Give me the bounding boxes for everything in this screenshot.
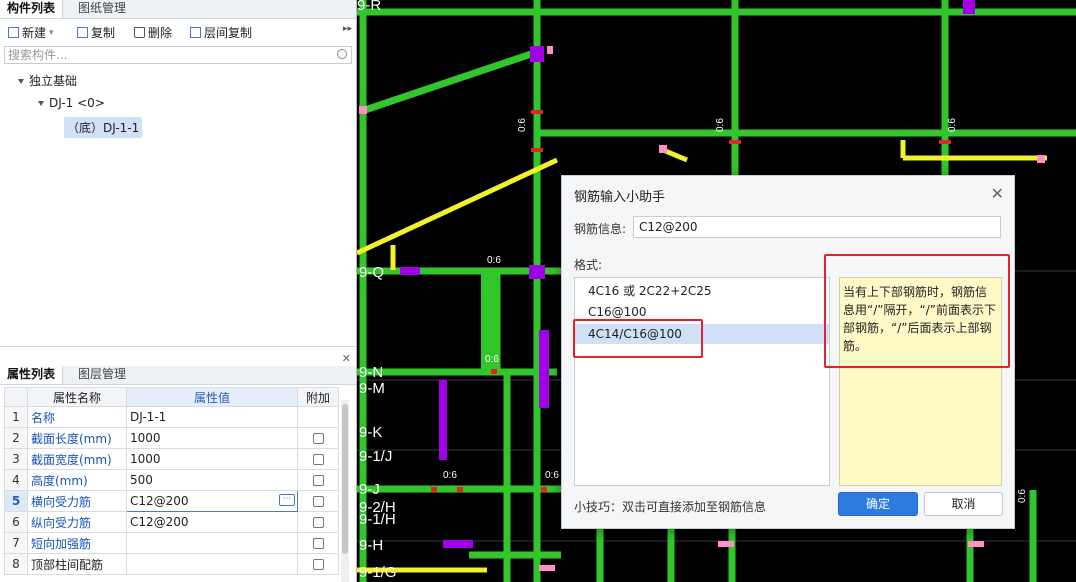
property-value-editor[interactable]: C12@200 ··· (126, 490, 298, 512)
svg-text:9-H: 9-H (359, 537, 383, 554)
svg-text:0:6: 0:6 (517, 118, 528, 132)
property-name: 顶部柱间配筋 (27, 553, 127, 575)
floor-copy-button[interactable]: 层间复制 (190, 24, 252, 41)
property-value[interactable]: 1000 (126, 427, 298, 449)
search-icon[interactable] (337, 49, 347, 59)
table-row[interactable]: 1 名称 DJ-1-1 (4, 406, 339, 428)
property-value[interactable]: C12@200 (126, 511, 298, 533)
svg-text:0:6: 0:6 (715, 118, 726, 132)
property-name: 名称 (27, 406, 127, 428)
property-value[interactable]: 1000 (126, 448, 298, 470)
svg-text:9-Q: 9-Q (359, 264, 384, 281)
table-row[interactable]: 2 截面长度(mm) 1000 (4, 427, 339, 449)
svg-text:9-J: 9-J (359, 481, 380, 498)
rebar-info-label: 钢筋信息: (574, 222, 627, 236)
attach-checkbox[interactable] (312, 475, 324, 486)
property-table: 属性名称 属性值 附加 1 名称 DJ-1-1 2 截面长度(mm) 1000 … (4, 387, 339, 575)
table-row[interactable]: 4 高度(mm) 500 (4, 469, 339, 491)
copy-button[interactable]: 复制 (77, 24, 115, 41)
property-value[interactable] (126, 532, 298, 554)
attach-checkbox[interactable] (312, 559, 324, 570)
close-icon[interactable]: ✕ (991, 184, 1004, 203)
rebar-input-dialog: 钢筋输入小助手 ✕ 钢筋信息: C12@200 格式: 4C16 或 2C22+… (561, 175, 1015, 529)
highlight-box (573, 319, 703, 358)
toolbar-more-button[interactable]: ▸▸ (343, 24, 352, 34)
table-row[interactable]: 5 横向受力筋 C12@200 ··· (4, 490, 339, 512)
table-row[interactable]: 8 顶部柱间配筋 (4, 553, 339, 575)
svg-text:0:6: 0:6 (487, 255, 501, 266)
property-name: 截面宽度(mm) (27, 448, 127, 470)
property-value[interactable] (126, 553, 298, 575)
property-value[interactable]: 500 (126, 469, 298, 491)
property-scrollbar[interactable] (341, 400, 349, 582)
svg-text:0:6: 0:6 (443, 470, 457, 481)
svg-text:9-1/G: 9-1/G (359, 564, 397, 581)
attach-checkbox[interactable] (312, 454, 324, 465)
format-list: 4C16 或 2C22+2C25 C16@100 4C14/C16@100 (574, 277, 830, 486)
tab-drawing-manage[interactable]: 图纸管理 (71, 0, 133, 18)
property-table-header: 属性名称 属性值 附加 (4, 387, 339, 407)
svg-text:0:6: 0:6 (485, 354, 499, 365)
table-row[interactable]: 6 纵向受力筋 C12@200 (4, 511, 339, 533)
delete-button[interactable]: 删除 (134, 24, 172, 41)
component-tabs: 构件列表 图纸管理 (0, 0, 356, 19)
property-name: 高度(mm) (27, 469, 127, 491)
format-item[interactable]: 4C16 或 2C22+2C25 (575, 281, 829, 301)
property-name: 短向加强筋 (27, 532, 127, 554)
svg-text:0:6: 0:6 (1017, 489, 1028, 503)
attach-checkbox[interactable] (312, 433, 324, 444)
expand-arrow-icon[interactable] (18, 79, 24, 84)
cancel-button[interactable]: 取消 (924, 492, 1003, 516)
property-value[interactable]: DJ-1-1 (126, 406, 298, 428)
svg-text:9-R: 9-R (357, 0, 381, 14)
component-toolbar: 新建 ▾ 复制 删除 层间复制 ▸▸ (0, 20, 356, 44)
header-name: 属性名称 (27, 387, 127, 407)
highlight-box (824, 254, 1010, 368)
property-name: 纵向受力筋 (27, 511, 127, 533)
attach-checkbox[interactable] (312, 496, 324, 507)
new-icon (8, 27, 19, 38)
floor-copy-icon (190, 27, 201, 38)
ok-button[interactable]: 确定 (838, 492, 918, 516)
header-value: 属性值 (126, 387, 298, 407)
tip-text: 小技巧：双击可直接添加至钢筋信息 (574, 500, 767, 514)
attach-checkbox[interactable] (312, 517, 324, 528)
component-search-input[interactable]: 搜索构件... (4, 46, 352, 64)
attach-checkbox[interactable] (312, 538, 324, 549)
header-add: 附加 (297, 387, 339, 407)
tab-property-list[interactable]: 属性列表 (0, 366, 64, 384)
property-name: 横向受力筋 (27, 490, 127, 512)
trash-icon (134, 27, 145, 38)
left-panel: 构件列表 图纸管理 新建 ▾ 复制 删除 层间复制 ▸▸ 搜索构件... 独立基… (0, 0, 357, 582)
svg-text:9-K: 9-K (359, 424, 382, 441)
svg-text:9-M: 9-M (359, 380, 385, 397)
dropdown-arrow-icon: ▾ (49, 27, 54, 38)
tree-node-dj1[interactable]: DJ-1 <0> (38, 96, 105, 110)
svg-text:0:6: 0:6 (947, 118, 958, 132)
svg-text:0:6: 0:6 (545, 470, 559, 481)
copy-icon (77, 27, 88, 38)
tree-node-dj1-1[interactable]: （底）DJ-1-1 (64, 117, 143, 138)
tree-node-root[interactable]: 独立基础 (18, 72, 77, 89)
property-tabs: 属性列表 图层管理 (0, 366, 356, 385)
svg-text:9-1/H: 9-1/H (359, 511, 396, 528)
close-icon[interactable]: ✕ (342, 352, 351, 365)
tab-layer-manage[interactable]: 图层管理 (71, 366, 133, 384)
more-options-button[interactable]: ··· (279, 494, 295, 506)
format-label: 格式: (574, 258, 603, 272)
tab-component-list[interactable]: 构件列表 (0, 0, 64, 18)
property-name: 截面长度(mm) (27, 427, 127, 449)
table-row[interactable]: 7 短向加强筋 (4, 532, 339, 554)
expand-arrow-icon[interactable] (38, 101, 44, 106)
svg-text:9-N: 9-N (359, 364, 383, 381)
new-button[interactable]: 新建 ▾ (8, 24, 54, 41)
table-row[interactable]: 3 截面宽度(mm) 1000 (4, 448, 339, 470)
svg-text:9-1/J: 9-1/J (359, 448, 392, 465)
panel-divider (0, 346, 356, 347)
dialog-title: 钢筋输入小助手 (574, 190, 666, 205)
rebar-info-input[interactable]: C12@200 (633, 216, 1001, 238)
